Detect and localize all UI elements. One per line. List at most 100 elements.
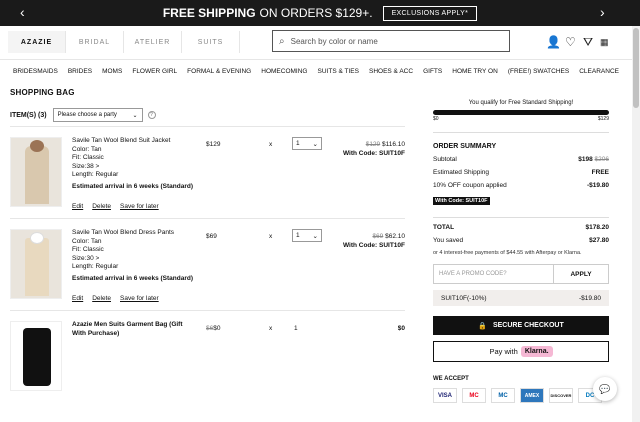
chevron-down-icon: ⌄ [132, 112, 138, 119]
item-size[interactable]: Size:38 > [72, 163, 197, 172]
quantity-select[interactable]: 1 ⌄ [292, 137, 322, 150]
brand-suits[interactable]: SUITS [182, 31, 240, 53]
nav-bridesmaids[interactable]: BRIDESMAIDS [13, 68, 58, 75]
scrollbar-thumb[interactable] [633, 28, 639, 108]
times-sign: x [269, 325, 273, 332]
item-size[interactable]: Size:30 > [72, 255, 197, 264]
saved-label: You saved [433, 237, 464, 244]
brand-azazie[interactable]: AZAZIE [8, 31, 66, 53]
nav-home-try-on[interactable]: HOME TRY ON [452, 68, 498, 75]
new-price: $0 [213, 325, 221, 332]
shipping-row: Estimated Shipping FREE [433, 169, 609, 176]
party-select[interactable]: Please choose a party ⌄ [52, 108, 143, 122]
quantity-value: 1 [294, 325, 298, 332]
flag-icon[interactable]: ▦ [600, 37, 609, 48]
promo-code-input[interactable]: HAVE A PROMO CODE? [434, 265, 554, 283]
applied-code-label[interactable]: SUIT10F(-10%) [441, 295, 487, 302]
item-name[interactable]: Savile Tan Wool Blend Suit Jacket [72, 137, 197, 146]
item-name[interactable]: Savile Tan Wool Blend Dress Pants [72, 229, 197, 238]
saved-value: $27.80 [589, 237, 609, 244]
promo-code-form: HAVE A PROMO CODE? APPLY [433, 264, 609, 284]
delete-link[interactable]: Delete [92, 295, 111, 302]
item-arrival: Estimated arrival in 6 weeks (Standard) [72, 182, 194, 190]
progress-max: $129 [597, 116, 609, 122]
garment-bag-shape [23, 328, 51, 386]
klarna-pay-button[interactable]: Pay with Klarna. [433, 341, 609, 362]
coupon-value: -$19.80 [586, 182, 609, 189]
nav-moms[interactable]: MOMS [102, 68, 122, 75]
next-arrow-icon[interactable]: › [600, 4, 605, 20]
progress-labels: $0 $129 [433, 116, 609, 122]
main-nav: BRIDESMAIDS BRIDES MOMS FLOWER GIRL FORM… [0, 62, 632, 80]
wishlist-icon[interactable]: ♡ [565, 35, 576, 49]
product-image[interactable] [10, 137, 62, 207]
amex-icon: AMEX [520, 388, 544, 403]
save-later-link[interactable]: Save for later [120, 295, 159, 302]
account-icon[interactable]: 👤 [546, 35, 561, 49]
nav-swatches[interactable]: (FREE!) SWATCHES [508, 68, 569, 75]
secure-checkout-button[interactable]: 🔒 SECURE CHECKOUT [433, 316, 609, 335]
item-arrival: Estimated arrival in 6 weeks (Standard) [72, 274, 194, 282]
new-price: $116.10 [381, 141, 405, 148]
times-sign: x [269, 233, 273, 240]
save-later-link[interactable]: Save for later [120, 203, 159, 210]
nav-brides[interactable]: BRIDES [68, 68, 92, 75]
nav-clearance[interactable]: CLEARANCE [579, 68, 619, 75]
saved-row: You saved $27.80 [433, 237, 609, 244]
search-input[interactable]: ⌕ Search by color or name [272, 30, 510, 52]
cart-item: Savile Tan Wool Blend Dress Pants Color:… [10, 218, 405, 310]
exclusions-button[interactable]: EXCLUSIONS APPLY* [382, 5, 478, 21]
subtotal-old: $206 [594, 156, 609, 163]
checkout-label: SECURE CHECKOUT [492, 322, 564, 329]
apply-button[interactable]: APPLY [554, 265, 608, 283]
brand-atelier[interactable]: ATELIER [124, 31, 182, 53]
total-row: TOTAL $178.20 [433, 217, 609, 231]
model-figure [25, 146, 49, 204]
progress-min: $0 [433, 116, 439, 122]
delete-link[interactable]: Delete [92, 203, 111, 210]
item-fit: Fit: Classic [72, 154, 104, 161]
nav-homecoming[interactable]: HOMECOMING [261, 68, 307, 75]
nav-suits-ties[interactable]: SUITS & TIES [318, 68, 359, 75]
page-title: SHOPPING BAG [10, 88, 75, 97]
help-icon[interactable]: ? [147, 111, 156, 119]
lock-icon: 🔒 [478, 322, 487, 330]
promo-banner: ‹ FREE SHIPPING ON ORDERS $129+. EXCLUSI… [0, 0, 640, 26]
model-shirt [30, 232, 44, 244]
old-price: $69 [372, 233, 384, 240]
installment-text: or 4 interest-free payments of $44.55 wi… [433, 250, 582, 256]
scrollbar[interactable] [632, 26, 640, 422]
total-label: TOTAL [433, 224, 455, 231]
product-image[interactable] [10, 321, 62, 391]
promo-bold: FREE SHIPPING [162, 6, 256, 20]
nav-gifts[interactable]: GIFTS [423, 68, 442, 75]
item-name[interactable]: Azazie Men Suits Garment Bag (Gift With … [72, 321, 197, 338]
item-color: Color: Tan [72, 237, 102, 245]
item-details: Savile Tan Wool Blend Suit Jacket Color:… [72, 137, 197, 191]
new-price: $62.10 [385, 233, 405, 240]
order-summary-panel: You qualify for Free Standard Shipping! … [433, 100, 609, 403]
nav-shoes-acc[interactable]: SHOES & ACC [369, 68, 413, 75]
search-placeholder: Search by color or name [290, 36, 378, 46]
edit-link[interactable]: Edit [72, 295, 83, 302]
item-price: $129 [206, 141, 221, 148]
items-row: ITEM(S) (3) Please choose a party ⌄ ? [10, 108, 156, 122]
item-length: Length: Regular [72, 263, 119, 270]
applied-code-value: -$19.80 [578, 294, 601, 302]
product-image[interactable] [10, 229, 62, 299]
maestro-icon: MC [491, 388, 515, 403]
prev-arrow-icon[interactable]: ‹ [20, 4, 25, 20]
item-actions: Edit Delete Save for later [72, 203, 159, 210]
quantity-select[interactable]: 1 ⌄ [292, 229, 322, 242]
nav-formal-evening[interactable]: FORMAL & EVENING [187, 68, 251, 75]
shipping-value: FREE [591, 169, 609, 176]
edit-link[interactable]: Edit [72, 203, 83, 210]
item-details: Savile Tan Wool Blend Dress Pants Color:… [72, 229, 197, 283]
bag-icon[interactable]: ⛛ [583, 35, 593, 50]
chevron-down-icon: ⌄ [312, 232, 318, 240]
pay-with-label: Pay with [489, 347, 518, 356]
chat-icon[interactable]: 💬 [593, 377, 617, 401]
promo-text: ON ORDERS $129+. [259, 6, 373, 20]
nav-flower-girl[interactable]: FLOWER GIRL [132, 68, 177, 75]
brand-bridal[interactable]: BRIDAL [66, 31, 124, 53]
